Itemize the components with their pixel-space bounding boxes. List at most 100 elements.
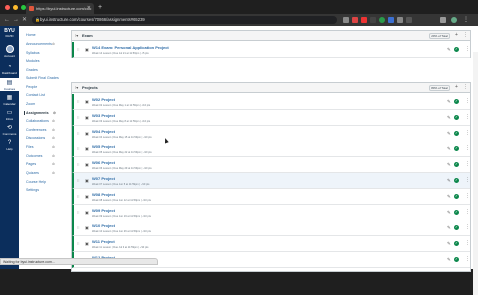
drag-handle-icon[interactable]: ⁝⁝ xyxy=(77,162,80,167)
edit-icon[interactable]: ✎ xyxy=(447,241,451,247)
extension-icon[interactable] xyxy=(406,17,412,23)
assignment-group-header[interactable]: ⁝▾ Exam 20% of Total + ⋮ xyxy=(72,31,470,41)
edit-icon[interactable]: ✎ xyxy=(447,146,451,152)
assignment-row[interactable]: ⁝⁝ ▣ W07 Project Week 07 Lesson | Due Jun 5… xyxy=(72,173,470,189)
page-scrollbar[interactable] xyxy=(473,52,478,295)
global-nav-help[interactable]: ? Help xyxy=(0,140,19,151)
course-nav-home[interactable]: Home xyxy=(26,33,36,37)
assignment-options-icon[interactable]: ⋮ xyxy=(465,98,470,104)
collapse-caret-icon[interactable]: ⁝▾ xyxy=(75,85,78,90)
assignment-row[interactable]: ⁝⁝ ▣ W04 Project Week 04 Lesson | Due May 1… xyxy=(72,125,470,142)
published-check-icon[interactable]: ✓ xyxy=(454,162,459,168)
assignment-row[interactable]: ⁝⁝ ▣ W10 Project Week 10 Lesson | Due Jun 2… xyxy=(72,220,470,237)
drag-handle-icon[interactable]: ⁝⁝ xyxy=(77,146,80,151)
assignment-title[interactable]: W14 Exam: Personal Application Project xyxy=(92,45,169,50)
assignment-options-icon[interactable]: ⋮ xyxy=(465,256,470,262)
published-check-icon[interactable]: ✓ xyxy=(454,225,459,231)
close-window-button[interactable] xyxy=(5,5,10,10)
assignment-options-icon[interactable]: ⋮ xyxy=(465,224,470,230)
extension-icon[interactable] xyxy=(370,17,376,23)
course-nav-discussions[interactable]: Discussions ⊘ xyxy=(26,136,55,140)
byu-idaho-logo[interactable]: BYU IDAHO xyxy=(1,29,18,39)
course-nav-pages[interactable]: Pages ⊘ xyxy=(26,162,55,166)
drag-handle-icon[interactable]: ⁝⁝ xyxy=(77,178,80,183)
course-nav-syllabus[interactable]: Syllabus xyxy=(26,51,40,55)
edit-icon[interactable]: ✎ xyxy=(447,257,451,263)
assignment-title[interactable]: W08 Project xyxy=(92,192,115,197)
edit-icon[interactable]: ✎ xyxy=(447,47,451,53)
edit-icon[interactable]: ✎ xyxy=(447,178,451,184)
drag-handle-icon[interactable]: ⁝⁝ xyxy=(77,210,80,215)
published-check-icon[interactable]: ✓ xyxy=(454,241,459,247)
drag-handle-icon[interactable]: ⁝⁝ xyxy=(77,99,80,104)
course-nav-settings[interactable]: Settings xyxy=(26,188,39,192)
minimize-window-button[interactable] xyxy=(13,5,18,10)
edit-icon[interactable]: ✎ xyxy=(447,115,451,121)
add-assignment-icon[interactable]: + xyxy=(455,32,458,38)
assignment-options-icon[interactable]: ⋮ xyxy=(465,130,470,136)
assignment-options-icon[interactable]: ⋮ xyxy=(465,209,470,215)
course-nav-modules[interactable]: Modules xyxy=(26,59,40,63)
course-nav-quizzes[interactable]: Quizzes ⊘ xyxy=(26,171,55,175)
group-options-icon[interactable]: ⋮ xyxy=(463,32,468,38)
assignment-title[interactable]: W04 Project xyxy=(92,129,115,134)
new-tab-button[interactable]: + xyxy=(98,3,102,12)
assignment-options-icon[interactable]: ⋮ xyxy=(465,145,470,151)
assignment-options-icon[interactable]: ⋮ xyxy=(465,46,470,52)
assignment-row[interactable]: ⁝⁝ ▣ W11 Project Week 11 Lesson | Due Jul 3… xyxy=(72,236,470,253)
published-check-icon[interactable]: ✓ xyxy=(454,193,459,199)
assignment-options-icon[interactable]: ⋮ xyxy=(465,114,470,120)
assignment-title[interactable]: W03 Project xyxy=(92,113,115,118)
reload-icon[interactable]: ✕ xyxy=(22,15,27,25)
assignment-title[interactable]: W06 Project xyxy=(92,160,115,165)
group-options-icon[interactable]: ⋮ xyxy=(463,84,468,90)
assignment-options-icon[interactable]: ⋮ xyxy=(465,240,470,246)
assignment-row[interactable]: ⁝⁝ ▣ W14 Exam: Personal Application Proj… xyxy=(72,42,470,58)
global-nav-commons[interactable]: ⟲ Commons xyxy=(0,125,19,136)
assignment-row[interactable]: ⁝⁝ ▣ W05 Project Week 05 Lesson | Due May 2… xyxy=(72,141,470,158)
published-check-icon[interactable]: ✓ xyxy=(454,99,459,104)
browser-menu-icon[interactable]: ⋮ xyxy=(463,17,469,23)
collapse-caret-icon[interactable]: ⁝▾ xyxy=(75,33,78,38)
published-check-icon[interactable]: ✓ xyxy=(454,257,459,262)
add-assignment-icon[interactable]: + xyxy=(455,84,458,90)
drag-handle-icon[interactable]: ⁝⁝ xyxy=(77,194,80,199)
edit-icon[interactable]: ✎ xyxy=(447,194,451,200)
course-nav-collaborations[interactable]: Collaborations ⊘ xyxy=(26,119,55,123)
published-check-icon[interactable]: ✓ xyxy=(454,178,459,183)
drag-handle-icon[interactable]: ⁝⁝ xyxy=(77,47,80,52)
drag-handle-icon[interactable]: ⁝⁝ xyxy=(77,131,80,136)
course-nav-contact-list[interactable]: Contact List xyxy=(26,93,45,97)
assignment-title[interactable]: W10 Project xyxy=(92,223,115,228)
drag-handle-icon[interactable]: ⁝⁝ xyxy=(77,225,80,230)
assignment-row[interactable]: ⁝⁝ ▣ W09 Project Week 09 Lesson | Due Jun 1… xyxy=(72,204,470,221)
assignment-options-icon[interactable]: ⋮ xyxy=(465,177,470,183)
edit-icon[interactable]: ✎ xyxy=(447,225,451,231)
edit-icon[interactable]: ✎ xyxy=(447,99,451,105)
course-nav-people[interactable]: People xyxy=(26,85,37,89)
extension-icon[interactable] xyxy=(379,17,385,23)
extension-icon[interactable] xyxy=(361,17,367,23)
course-nav-assignments[interactable]: Assignments ⊘ xyxy=(24,111,56,115)
assignment-title[interactable]: W02 Project xyxy=(92,97,115,102)
global-nav-dashboard[interactable]: ◔ Dashboard xyxy=(0,64,19,75)
assignment-row[interactable]: ⁝⁝ ▣ W06 Project Week 06 Lesson | Due May 2… xyxy=(72,157,470,174)
assignment-title[interactable]: W09 Project xyxy=(92,208,115,213)
browser-tab[interactable]: https://byui.instructure.com/cou ✕ xyxy=(26,3,94,14)
assignment-options-icon[interactable]: ⋮ xyxy=(465,161,470,167)
course-nav-outcomes[interactable]: Outcomes ⊘ xyxy=(26,154,55,158)
drag-handle-icon[interactable]: ⁝⁝ xyxy=(77,115,80,120)
global-nav-courses[interactable]: ▤ Courses xyxy=(0,78,19,91)
edit-icon[interactable]: ✎ xyxy=(447,210,451,216)
course-nav-submit-final-grades[interactable]: Submit Final Grades xyxy=(26,76,59,80)
global-nav-calendar[interactable]: ▦ Calendar xyxy=(0,95,19,106)
course-nav-zoom[interactable]: Zoom xyxy=(26,102,35,106)
course-nav-conferences[interactable]: Conferences ⊘ xyxy=(26,128,55,132)
assignment-options-icon[interactable]: ⋮ xyxy=(465,193,470,199)
assignment-title[interactable]: W05 Project xyxy=(92,144,115,149)
edit-icon[interactable]: ✎ xyxy=(447,162,451,168)
close-tab-icon[interactable]: ✕ xyxy=(87,3,91,14)
assignment-row[interactable]: ⁝⁝ ▣ W03 Project Week 03 Lesson | Due May 8… xyxy=(72,109,470,126)
global-nav-inbox[interactable]: ▭ Inbox xyxy=(0,110,19,121)
assignment-title[interactable]: W11 Project xyxy=(92,239,115,244)
